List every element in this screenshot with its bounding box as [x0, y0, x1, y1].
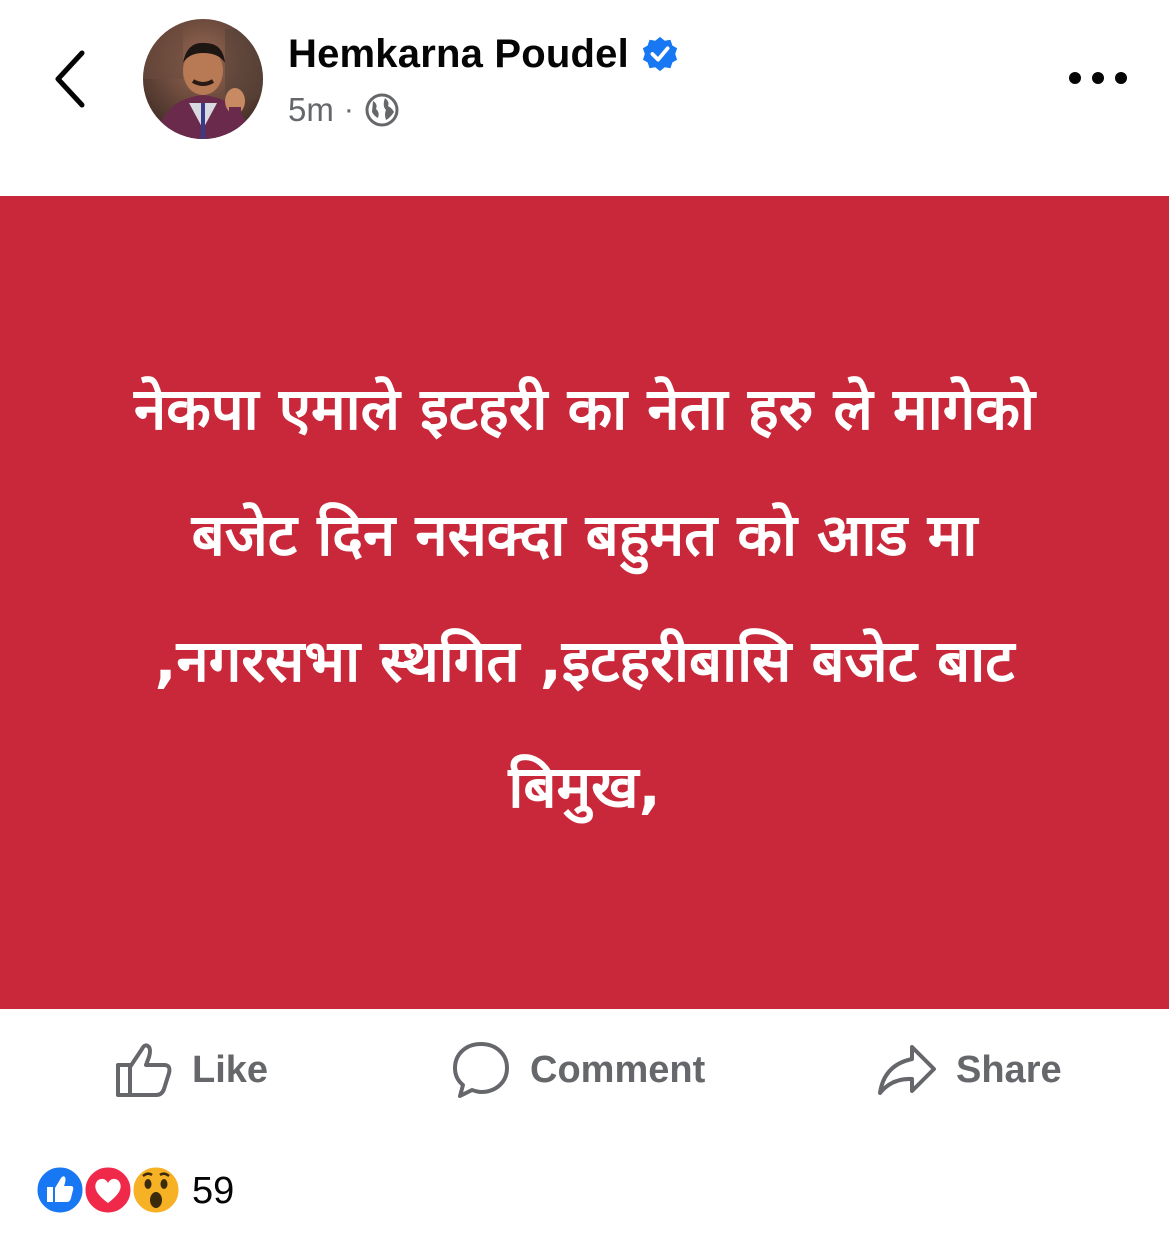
share-button[interactable]: Share [876, 1037, 1062, 1103]
meta-separator: · [343, 93, 354, 126]
post-actions-bar: Like Comment Share [0, 1009, 1169, 1131]
reactions-summary[interactable]: 59 [34, 1163, 234, 1219]
like-icon [116, 1043, 172, 1097]
post-text-card[interactable]: नेकपा एमाले इटहरी का नेता हरु ले मागेको … [0, 196, 1169, 1009]
author-name-row[interactable]: Hemkarna Poudel [288, 28, 679, 80]
author-name[interactable]: Hemkarna Poudel [288, 32, 629, 77]
wow-reaction-icon [130, 1164, 182, 1216]
like-reaction-icon [34, 1164, 86, 1216]
like-label: Like [192, 1048, 269, 1091]
reaction-icons [34, 1164, 184, 1218]
comment-icon [453, 1042, 509, 1098]
post-time[interactable]: 5m [288, 91, 334, 129]
like-button[interactable]: Like [114, 1037, 268, 1103]
share-label: Share [956, 1048, 1062, 1091]
post-text: नेकपा एमाले इटहरी का नेता हरु ले मागेको … [134, 374, 1035, 821]
verified-badge-icon [642, 36, 677, 72]
share-icon [878, 1045, 936, 1095]
back-button[interactable] [40, 44, 100, 114]
globe-icon[interactable] [364, 92, 400, 128]
love-reaction-icon [82, 1164, 134, 1216]
post-meta: 5m · [288, 88, 400, 132]
avatar-photo [143, 19, 263, 139]
post-header: Hemkarna Poudel 5m · [0, 0, 1169, 196]
comment-label: Comment [530, 1048, 706, 1091]
more-options-button[interactable] [1060, 52, 1136, 104]
more-horizontal-icon [1069, 72, 1127, 84]
avatar[interactable] [143, 19, 263, 139]
chevron-left-icon [55, 50, 85, 108]
reaction-count: 59 [192, 1169, 235, 1212]
comment-button[interactable]: Comment [450, 1037, 705, 1103]
